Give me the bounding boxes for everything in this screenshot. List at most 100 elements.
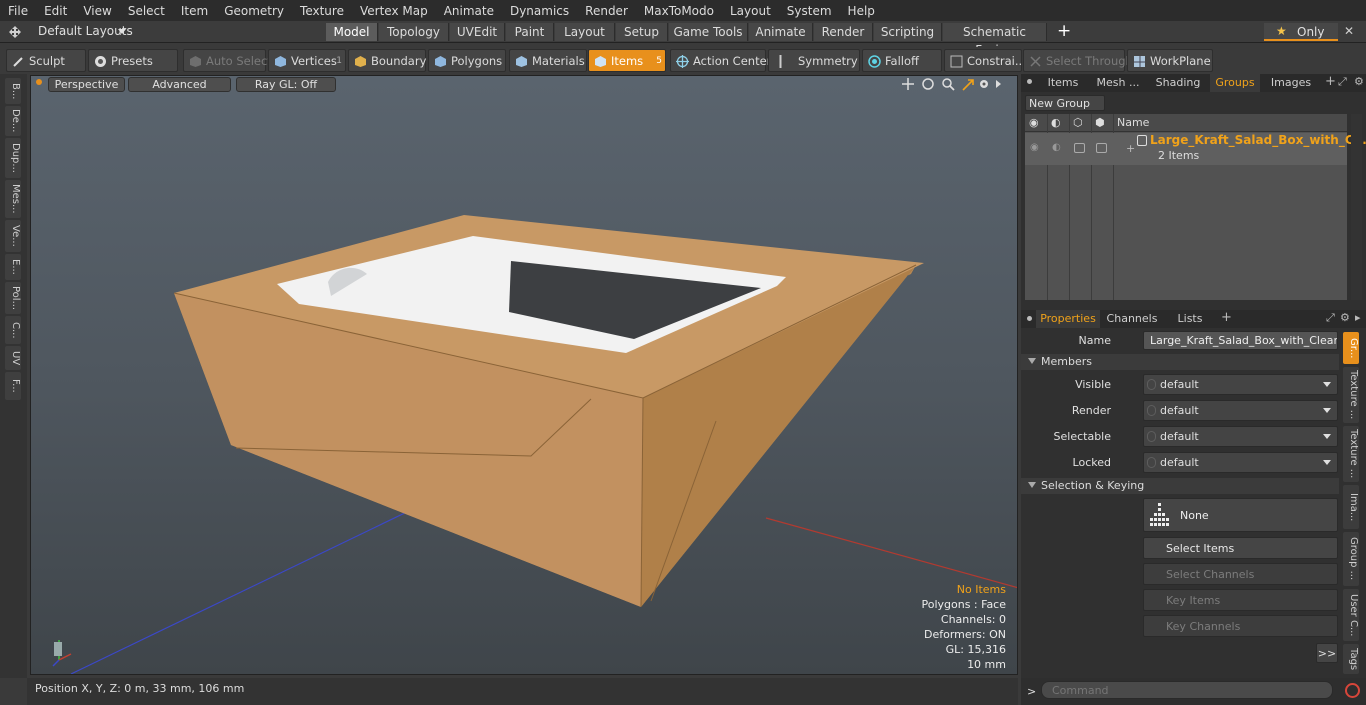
workplane-button[interactable]: WorkPlane [1127, 49, 1213, 72]
menu-dynamics[interactable]: Dynamics [502, 4, 577, 18]
tab-properties[interactable]: Properties [1036, 310, 1100, 328]
render-toggle-icon[interactable]: ◐ [1052, 142, 1061, 153]
tab-groups[interactable]: Groups [1210, 74, 1260, 92]
menu-file[interactable]: File [0, 4, 36, 18]
menu-geometry[interactable]: Geometry [216, 4, 292, 18]
presets-button[interactable]: Presets [88, 49, 178, 72]
items-button[interactable]: Items 5 [588, 49, 666, 72]
menu-view[interactable]: View [75, 4, 119, 18]
select-cube-icon[interactable]: ⬡ [1073, 116, 1083, 129]
left-tab-ve[interactable]: Ve... [5, 220, 21, 252]
none-button[interactable]: None [1143, 498, 1338, 532]
side-tab-user-channels[interactable]: User C... [1343, 589, 1359, 641]
side-tab-group[interactable]: Gr... [1343, 332, 1359, 364]
properties-menu-dot[interactable] [1027, 316, 1032, 321]
tab-topology[interactable]: Topology [379, 23, 449, 41]
command-input[interactable] [1041, 681, 1333, 699]
auto-select-button[interactable]: Auto Select [183, 49, 272, 72]
tab-game-tools[interactable]: Game Tools [669, 23, 748, 41]
sculpt-button[interactable]: Sculpt [6, 49, 86, 72]
left-tab-mes[interactable]: Mes... [5, 180, 21, 218]
move-icon[interactable] [9, 26, 21, 38]
tab-lists[interactable]: Lists [1164, 310, 1216, 328]
eye-icon[interactable]: ◉ [1029, 116, 1039, 129]
menu-item[interactable]: Item [173, 4, 216, 18]
add-tab-icon[interactable]: + [1325, 74, 1336, 89]
locked-dropdown[interactable]: default [1143, 452, 1338, 473]
falloff-button[interactable]: Falloff [862, 49, 942, 72]
menu-system[interactable]: System [779, 4, 840, 18]
lock-toggle[interactable] [1096, 143, 1107, 153]
tab-channels[interactable]: Channels [1103, 310, 1161, 328]
tab-mesh[interactable]: Mesh ... [1093, 74, 1143, 92]
add-properties-tab-icon[interactable]: + [1221, 310, 1232, 325]
left-tab-f[interactable]: F... [5, 372, 21, 400]
settings-gear-icon[interactable]: ⚙ [1354, 75, 1364, 88]
materials-button[interactable]: Materials [509, 49, 587, 72]
properties-arrow-icon[interactable]: ▸ [1355, 311, 1361, 324]
side-tab-texture-2[interactable]: Texture ... [1343, 426, 1359, 482]
select-toggle[interactable] [1074, 143, 1085, 153]
properties-expand-icon[interactable]: ⤢ [1326, 311, 1335, 325]
menu-texture[interactable]: Texture [292, 4, 352, 18]
tab-images[interactable]: Images [1262, 74, 1320, 92]
symmetry-button[interactable]: Symmetry [768, 49, 860, 72]
side-tab-image[interactable]: Ima... [1343, 485, 1359, 529]
selectable-dropdown[interactable]: default [1143, 426, 1338, 447]
tab-layout[interactable]: Layout [555, 23, 615, 41]
visibility-toggle-icon[interactable]: ◉ [1030, 142, 1039, 153]
add-tab-button[interactable]: + [1057, 21, 1071, 41]
menu-edit[interactable]: Edit [36, 4, 75, 18]
tab-schematic-fusion[interactable]: Schematic Fusion [943, 23, 1047, 57]
key-items-button[interactable]: Key Items [1143, 589, 1338, 611]
render-icon[interactable]: ◐ [1051, 116, 1061, 129]
tab-scripting[interactable]: Scripting [874, 23, 942, 41]
group-list-scrollbar[interactable] [1351, 114, 1362, 300]
key-channels-button[interactable]: Key Channels [1143, 615, 1338, 637]
tab-shading[interactable]: Shading [1148, 74, 1208, 92]
left-tab-de[interactable]: De... [5, 106, 21, 136]
tab-items[interactable]: Items [1036, 74, 1090, 92]
select-items-button[interactable]: Select Items [1143, 537, 1338, 559]
boundary-button[interactable]: Boundary [348, 49, 426, 72]
menu-vertex-map[interactable]: Vertex Map [352, 4, 436, 18]
left-tab-pol[interactable]: Pol... [5, 282, 21, 314]
3d-viewport[interactable]: Perspective Advanced Ray GL: Off No Item… [30, 75, 1018, 675]
properties-gear-icon[interactable]: ⚙ [1340, 311, 1350, 324]
only-button[interactable]: ★ Only [1264, 23, 1338, 41]
panel-menu-dot[interactable] [1027, 79, 1032, 84]
tab-setup[interactable]: Setup [616, 23, 668, 41]
tab-paint[interactable]: Paint [506, 23, 554, 41]
select-channels-button[interactable]: Select Channels [1143, 563, 1338, 585]
close-icon[interactable]: ✕ [1344, 24, 1354, 38]
tab-uvedit[interactable]: UVEdit [450, 23, 505, 41]
tab-render[interactable]: Render [814, 23, 873, 41]
group-row[interactable]: ◉ ◐ + Large_Kraft_Salad_Box_with_Cl... 2… [1025, 133, 1366, 165]
more-button[interactable]: >> [1316, 643, 1338, 663]
expand-icon[interactable]: ⤢ [1338, 75, 1347, 89]
selection-keying-header[interactable]: Selection & Keying [1021, 478, 1339, 494]
menu-render[interactable]: Render [577, 4, 636, 18]
side-tab-group-2[interactable]: Group ... [1343, 532, 1359, 586]
lock-icon[interactable]: ⬢ [1095, 116, 1105, 129]
render-dropdown[interactable]: default [1143, 400, 1338, 421]
vertices-button[interactable]: Vertices 1 [268, 49, 346, 72]
tab-animate[interactable]: Animate [749, 23, 813, 41]
left-tab-uv[interactable]: UV [5, 346, 21, 370]
select-through-button[interactable]: Select Through [1023, 49, 1133, 72]
left-tab-e[interactable]: E... [5, 254, 21, 280]
menu-layout[interactable]: Layout [722, 4, 779, 18]
menu-select[interactable]: Select [120, 4, 173, 18]
action-center-button[interactable]: Action Center [670, 49, 771, 72]
menu-maxtomodo[interactable]: MaxToModo [636, 4, 722, 18]
menu-help[interactable]: Help [840, 4, 883, 18]
new-group-button[interactable]: New Group [1025, 95, 1105, 111]
left-tab-dup[interactable]: Dup... [5, 138, 21, 178]
tab-model[interactable]: Model [326, 23, 378, 41]
polygons-button[interactable]: Polygons [428, 49, 506, 72]
side-tab-texture-1[interactable]: Texture ... [1343, 367, 1359, 423]
menu-animate[interactable]: Animate [436, 4, 502, 18]
left-tab-b[interactable]: B... [5, 78, 21, 104]
left-tab-c[interactable]: C... [5, 316, 21, 344]
members-header[interactable]: Members [1021, 354, 1339, 370]
